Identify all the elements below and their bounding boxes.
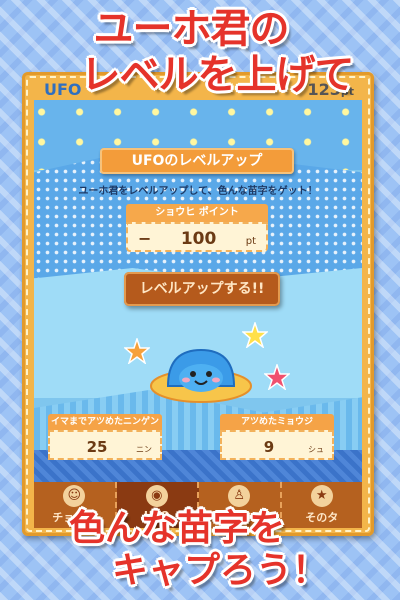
pink-star-icon	[264, 364, 290, 390]
orange-star-icon	[124, 338, 150, 364]
stat-value: 9	[263, 438, 275, 456]
footer-line-2: キャプろう！	[111, 550, 328, 591]
ufo-icon: ◉	[145, 485, 168, 507]
cost-box: ショウヒ ポイント − 100 pt	[126, 204, 268, 252]
human-icon: ♙	[228, 485, 251, 507]
collected-humans-box: イマまでアツめたニンゲン 25 ニン	[48, 414, 162, 460]
footer-line-1: 色んな苗字を	[68, 508, 285, 549]
yellow-star-icon	[242, 322, 268, 348]
stat-unit: シュ	[308, 445, 324, 454]
levelup-title: UFOのレベルアップ	[100, 148, 294, 174]
star-icon: ★	[310, 485, 333, 507]
stat-label: アツめたミョウジ	[220, 414, 334, 430]
levelup-subtitle: ユーホ君をレベルアップして、色んな苗字をゲット！	[78, 186, 318, 197]
game-frame: UFO 123pt UFOのレベルアップ ユーホ君をレベルアップして、色んな苗字…	[22, 72, 374, 536]
cost-label: ショウヒ ポイント	[126, 204, 268, 222]
headline-line-2: レベルを上げて	[80, 52, 355, 98]
cost-unit: pt	[245, 236, 256, 247]
person-icon: ☺	[63, 485, 86, 507]
levelup-button[interactable]: レベルアップする!!	[124, 272, 280, 306]
collected-surnames-box: アツめたミョウジ 9 シュ	[220, 414, 334, 460]
stat-value-box: 25 ニン	[48, 430, 162, 460]
cost-sign: −	[138, 229, 152, 248]
top-headline: ユーホ君の レベルを上げて	[0, 6, 400, 98]
stat-value-box: 9 シュ	[220, 430, 334, 460]
cost-value-box: − 100 pt	[126, 222, 268, 252]
bottom-headline: 色んな苗字を キャプろう！	[0, 508, 400, 592]
cost-value: 100	[180, 229, 217, 249]
headline-line-1: ユーホ君の	[93, 6, 290, 52]
stat-unit: ニン	[136, 445, 152, 454]
game-screen: UFOのレベルアップ ユーホ君をレベルアップして、色んな苗字をゲット！ ショウヒ…	[34, 100, 362, 528]
stat-value: 25	[86, 438, 108, 456]
ufo-character-icon	[150, 348, 252, 403]
stat-label: イマまでアツめたニンゲン	[48, 414, 162, 430]
